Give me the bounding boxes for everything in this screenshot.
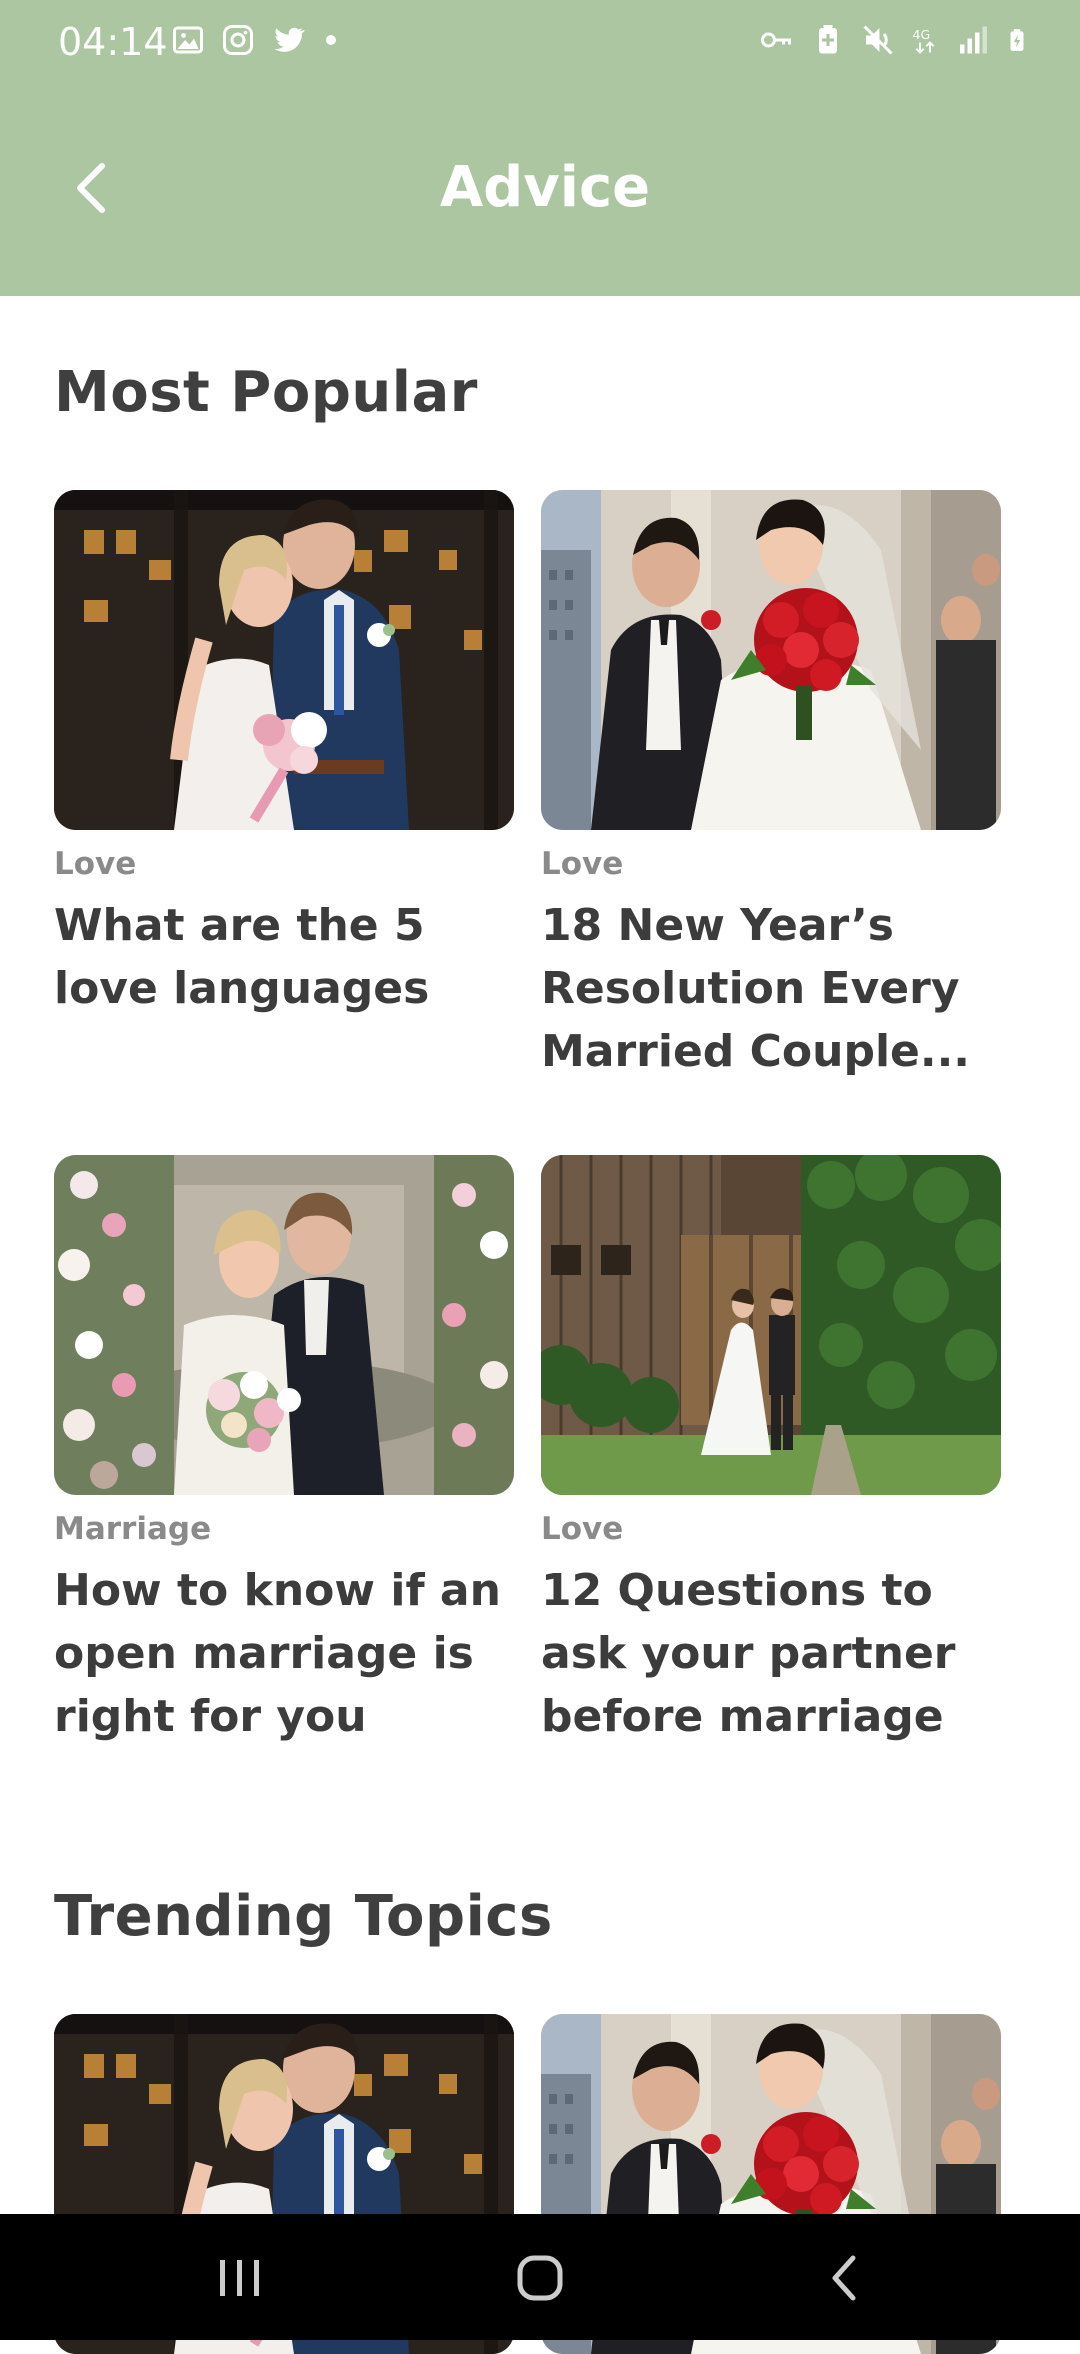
- recent-apps-button[interactable]: [200, 2238, 280, 2318]
- article-title: 18 New Year’s Resolution Every Married C…: [541, 900, 971, 1077]
- section-title-most-popular: Most Popular: [54, 360, 478, 425]
- section-title-trending-topics: Trending Topics: [54, 1884, 553, 1949]
- mute-icon: [863, 25, 893, 55]
- notification-dot-icon: [326, 35, 336, 45]
- article-image: [54, 490, 514, 830]
- article-card-open-marriage[interactable]: Marriage How to know if an open marriage…: [54, 1155, 514, 1748]
- instagram-icon: [223, 25, 253, 55]
- system-back-button[interactable]: [805, 2238, 885, 2318]
- twitter-icon: [274, 27, 305, 52]
- vpn-key-icon: [761, 32, 791, 48]
- article-image: [541, 1155, 1001, 1495]
- status-right-icons: 4G: [756, 22, 1030, 58]
- article-category: Love: [541, 1511, 624, 1547]
- status-bar: 04:14 4G: [0, 0, 1080, 84]
- article-image: [54, 1155, 514, 1495]
- app-header: 04:14 4G Advice: [0, 0, 1080, 296]
- article-image: [541, 490, 1001, 830]
- gallery-icon: [173, 26, 203, 54]
- status-time: 04:14: [58, 20, 168, 64]
- article-category: Love: [54, 846, 137, 882]
- svg-text:4G: 4G: [913, 27, 931, 42]
- article-title: How to know if an open marriage is right…: [54, 1565, 501, 1742]
- article-title: 12 Questions to ask your partner before …: [541, 1565, 956, 1742]
- article-card-12-questions[interactable]: Love 12 Questions to ask your partner be…: [541, 1155, 1001, 1748]
- home-button[interactable]: [500, 2238, 580, 2318]
- article-category: Marriage: [54, 1511, 212, 1547]
- system-nav-bar: [0, 2214, 1080, 2340]
- network-4g-icon: 4G: [913, 27, 935, 54]
- home-icon: [517, 2255, 563, 2301]
- recent-apps-icon: [220, 2260, 259, 2296]
- article-title: What are the 5 love languages: [54, 900, 430, 1014]
- page-title: Advice: [439, 155, 651, 220]
- status-left-icons: [170, 22, 336, 58]
- back-icon: [832, 2255, 856, 2301]
- article-card-love-languages[interactable]: Love What are the 5 love languages: [54, 490, 514, 1020]
- article-card-new-year-resolution[interactable]: Love 18 New Year’s Resolution Every Marr…: [541, 490, 1001, 1083]
- battery-charging-icon: [1010, 29, 1024, 51]
- article-category: Love: [541, 846, 624, 882]
- battery-saver-icon: [819, 25, 837, 54]
- signal-icon: [960, 26, 987, 54]
